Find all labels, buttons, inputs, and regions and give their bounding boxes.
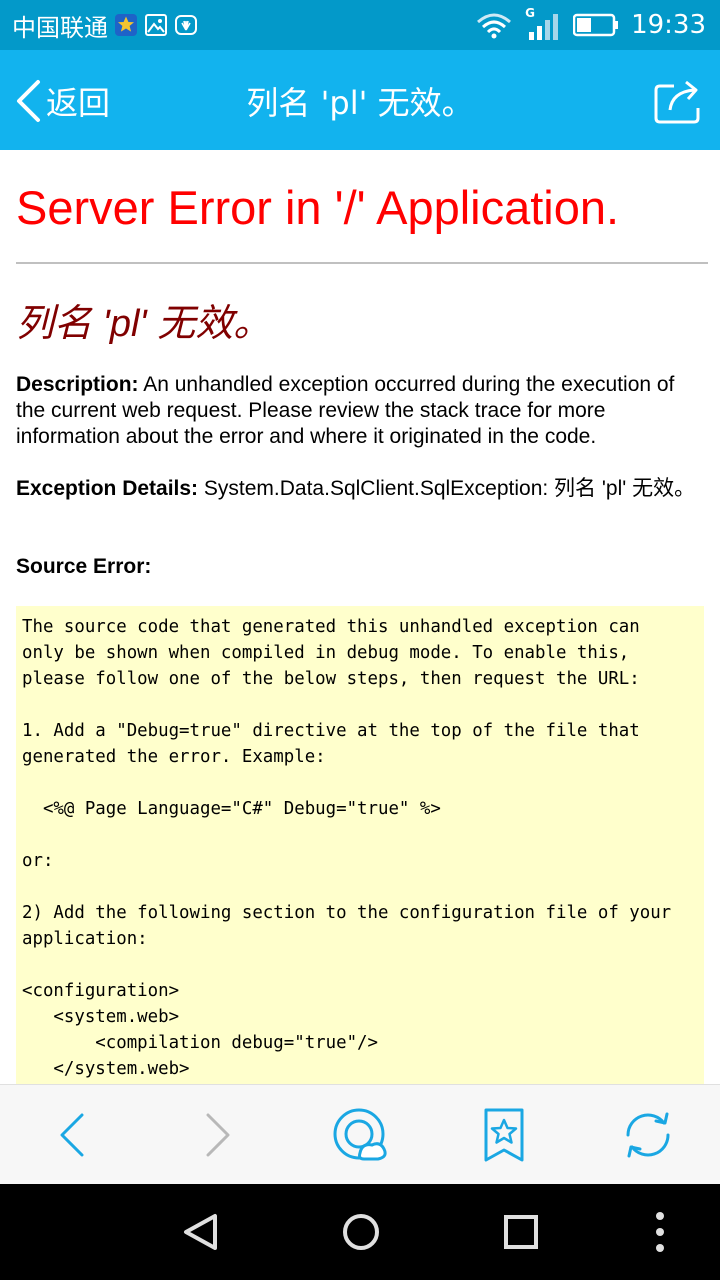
browser-toolbar	[0, 1084, 720, 1185]
status-right: G 19:33	[475, 0, 706, 50]
app-bar: 返回 列名 'pl' 无效。	[0, 50, 720, 150]
nav-back-icon[interactable]	[170, 1202, 230, 1262]
description-label: Description:	[16, 373, 139, 396]
exception-label: Exception Details:	[16, 477, 199, 500]
source-code-box: The source code that generated this unha…	[16, 606, 704, 1084]
nav-home-icon[interactable]	[331, 1202, 391, 1262]
clock: 19:33	[631, 10, 706, 40]
error-message-heading: 列名 'pl' 无效。	[16, 303, 272, 345]
back-button[interactable]: 返回	[14, 76, 110, 126]
carrier-name: 中国联通	[12, 13, 108, 42]
back-arrow-icon[interactable]	[44, 1105, 104, 1165]
source-code-text: The source code that generated this unha…	[22, 617, 672, 1079]
star-badge-icon	[115, 14, 137, 36]
back-label: 返回	[46, 84, 111, 122]
description-paragraph: Description: An unhandled exception occu…	[16, 372, 706, 450]
forward-arrow-icon[interactable]	[186, 1105, 246, 1165]
web-content[interactable]: Server Error in '/' Application. 列名 'pl'…	[0, 150, 720, 1084]
cloud-search-icon[interactable]	[330, 1105, 390, 1165]
system-navigation-bar	[0, 1184, 720, 1280]
exception-text: System.Data.SqlClient.SqlException: 列名 '…	[198, 477, 696, 500]
chevron-left-icon	[17, 80, 40, 122]
status-bar: 中国联通 G 19:33	[0, 0, 720, 50]
server-error-heading: Server Error in '/' Application.	[16, 181, 620, 234]
exception-details-paragraph: Exception Details: System.Data.SqlClient…	[16, 476, 706, 502]
refresh-icon[interactable]	[618, 1105, 678, 1165]
nav-menu-icon[interactable]	[630, 1202, 690, 1262]
page-title: 列名 'pl' 无效。	[246, 84, 474, 122]
huawei-icon	[175, 15, 197, 35]
gallery-icon	[145, 14, 167, 36]
share-icon[interactable]	[654, 78, 704, 124]
status-left: 中国联通	[12, 0, 198, 50]
battery-icon	[573, 13, 619, 37]
wifi-icon	[477, 13, 512, 39]
nav-recents-icon[interactable]	[491, 1202, 551, 1262]
signal-icon: G	[525, 6, 561, 42]
source-error-label: Source Error:	[16, 555, 152, 578]
divider	[16, 262, 708, 264]
bookmark-star-icon[interactable]	[474, 1105, 534, 1165]
